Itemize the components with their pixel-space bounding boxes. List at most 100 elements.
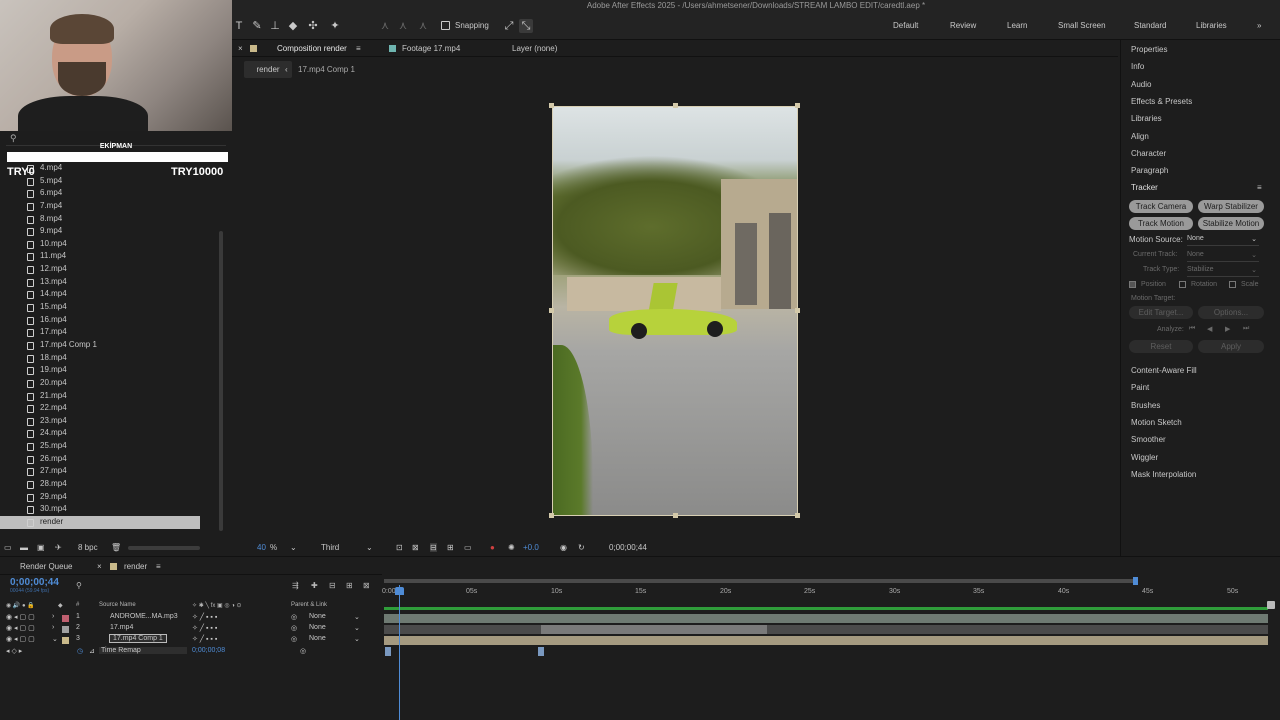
new-folder-icon[interactable]: ▬ xyxy=(20,543,28,552)
project-scrollbar[interactable] xyxy=(219,231,223,531)
close-tab-icon[interactable]: × xyxy=(238,44,243,53)
eraser-tool-icon[interactable]: ◆ xyxy=(286,19,300,33)
project-file-item[interactable]: 19.mp4 xyxy=(0,364,220,377)
project-file-item[interactable]: 16.mp4 xyxy=(0,314,220,327)
workspace-small-screen[interactable]: Small Screen xyxy=(1058,21,1106,30)
project-file-item[interactable]: 28.mp4 xyxy=(0,478,220,491)
search-icon[interactable]: ⚲ xyxy=(76,581,82,590)
puppet-pin-tool-icon[interactable]: ✦ xyxy=(328,19,342,33)
layer-name[interactable]: 17.mp4 xyxy=(110,624,133,631)
scale-checkbox[interactable] xyxy=(1229,281,1236,288)
panel-character[interactable]: Character xyxy=(1131,149,1166,158)
panel-effects-presets[interactable]: Effects & Presets xyxy=(1131,97,1192,106)
motion-source-select[interactable]: None ⌄ xyxy=(1187,235,1259,246)
stopwatch-icon[interactable]: ◷ xyxy=(77,647,83,655)
project-file-item[interactable]: 11.mp4 xyxy=(0,250,220,263)
zoom-value[interactable]: 40 xyxy=(257,543,266,552)
workspace-learn[interactable]: Learn xyxy=(1007,21,1027,30)
panel-motion-sketch[interactable]: Motion Sketch xyxy=(1131,418,1182,427)
clone-stamp-tool-icon[interactable]: ⊥ xyxy=(268,19,282,33)
composition-viewport[interactable] xyxy=(552,106,798,516)
chevron-down-icon[interactable]: ⌄ xyxy=(354,613,360,621)
transform-handle[interactable] xyxy=(549,308,554,313)
layer-row[interactable]: ◉ ◂ ▢ ▢ › 2 17.mp4 ✧ ╱ ▪ ▪ ▪ ◎ None ⌄ xyxy=(0,624,382,635)
project-file-item[interactable]: 17.mp4 Comp 1 xyxy=(0,339,220,352)
project-file-item[interactable]: 22.mp4 xyxy=(0,402,220,415)
apply-button[interactable]: Apply xyxy=(1198,340,1264,353)
axis-local-icon[interactable]: ⋏ xyxy=(378,19,392,33)
layer-name[interactable]: ANDROME...MA.mp3 xyxy=(110,613,178,620)
layer-name[interactable]: 17.mp4 Comp 1 xyxy=(109,634,167,643)
new-composition-icon[interactable]: ▣ xyxy=(37,543,45,552)
project-file-item[interactable]: 21.mp4 xyxy=(0,390,220,403)
snapshot-icon[interactable]: ◉ xyxy=(560,543,567,552)
time-remap-value[interactable]: 0;00;00;08 xyxy=(192,647,225,654)
workspace-review[interactable]: Review xyxy=(950,21,976,30)
pick-whip-icon[interactable]: ◎ xyxy=(291,635,297,643)
pick-whip-icon[interactable]: ◎ xyxy=(300,647,306,655)
layer-row[interactable]: ◉ ◂ ▢ ▢ ⌄ 3 17.mp4 Comp 1 ✧ ╱ ▪ ▪ ▪ ◎ None ⌄ xyxy=(0,634,382,646)
label-color-chip[interactable] xyxy=(62,615,69,622)
project-file-item[interactable]: 8.mp4 xyxy=(0,213,220,226)
chevron-down-icon[interactable]: ⌄ xyxy=(354,635,360,643)
brush-tool-icon[interactable]: ✎ xyxy=(250,19,264,33)
project-file-item[interactable]: 27.mp4 xyxy=(0,465,220,478)
exposure-value[interactable]: +0.0 xyxy=(523,543,539,552)
bit-depth-button[interactable]: 8 bpc xyxy=(78,543,98,552)
project-file-item[interactable]: 7.mp4 xyxy=(0,200,220,213)
pick-whip-icon[interactable]: ◎ xyxy=(291,624,297,632)
stabilize-motion-button[interactable]: Stabilize Motion xyxy=(1198,217,1264,230)
axis-world-icon[interactable]: ⋏ xyxy=(396,19,410,33)
layer-1-track[interactable] xyxy=(384,614,1268,623)
analyze-forward-frame-icon[interactable]: ▶ xyxy=(1225,325,1230,333)
transform-handle[interactable] xyxy=(795,513,800,518)
project-file-item[interactable]: 18.mp4 xyxy=(0,352,220,365)
time-ruler[interactable]: 0:00s 05s 10s 15s 20s 25s 30s 35s 40s 45s 50s xyxy=(382,581,1268,597)
project-file-item[interactable]: 25.mp4 xyxy=(0,440,220,453)
transform-handle[interactable] xyxy=(795,308,800,313)
tab-render-queue[interactable]: Render Queue xyxy=(20,562,72,571)
graph-icon[interactable]: ⊿ xyxy=(89,647,95,655)
analyze-forward-icon[interactable]: ⏭ xyxy=(1243,325,1249,333)
layer-3-track[interactable] xyxy=(384,636,1268,645)
interpret-footage-icon[interactable]: ▭ xyxy=(4,543,12,552)
panel-libraries[interactable]: Libraries xyxy=(1131,114,1162,123)
analyze-back-icon[interactable]: ⏮ xyxy=(1189,325,1195,333)
tracker-title[interactable]: Tracker xyxy=(1131,183,1158,192)
draft-3d-icon[interactable]: ✚ xyxy=(311,581,318,590)
analyze-back-frame-icon[interactable]: ◀ xyxy=(1207,325,1212,333)
mask-visibility-icon[interactable]: ⊟ xyxy=(430,543,437,552)
parent-select[interactable]: None xyxy=(309,624,326,631)
graph-editor-icon[interactable]: ⊠ xyxy=(363,581,370,590)
color-management-icon[interactable]: ✺ xyxy=(508,543,515,552)
zoom-dropdown-icon[interactable]: ⌄ xyxy=(290,543,297,552)
project-file-item[interactable]: 13.mp4 xyxy=(0,276,220,289)
audio-track-bar[interactable] xyxy=(384,607,1268,610)
snap-feature-icon[interactable]: ⤡ xyxy=(519,19,533,33)
keyframe-nav-icon[interactable]: ◂ ◇ ▸ xyxy=(6,647,22,655)
layer-switches-icon[interactable]: ✧ ╱ ▪ ▪ ▪ xyxy=(192,624,217,632)
thumbnail-size-slider[interactable] xyxy=(128,546,200,550)
pick-whip-icon[interactable]: ◎ xyxy=(291,613,297,621)
project-file-item[interactable]: 24.mp4 xyxy=(0,427,220,440)
reset-button[interactable]: Reset xyxy=(1129,340,1193,353)
parent-select[interactable]: None xyxy=(309,635,326,642)
panel-paint[interactable]: Paint xyxy=(1131,383,1149,392)
timeline-timecode[interactable]: 0;00;00;44 xyxy=(10,577,59,588)
panel-info[interactable]: Info xyxy=(1131,62,1144,71)
av-switches-icon[interactable]: ◉ ◂ ▢ ▢ xyxy=(6,613,35,621)
transform-handle[interactable] xyxy=(549,103,554,108)
show-snapshot-icon[interactable]: ↻ xyxy=(578,543,585,552)
workspace-libraries[interactable]: Libraries xyxy=(1196,21,1227,30)
transform-handle[interactable] xyxy=(795,103,800,108)
workspace-standard[interactable]: Standard xyxy=(1134,21,1166,30)
keyframe-marker[interactable] xyxy=(385,647,391,656)
breadcrumb-comp1[interactable]: 17.mp4 Comp 1 xyxy=(298,65,355,74)
snapping-checkbox[interactable] xyxy=(441,21,450,30)
project-file-item[interactable]: 26.mp4 xyxy=(0,453,220,466)
twirl-icon[interactable]: › xyxy=(52,624,54,631)
guides-icon[interactable]: ⊞ xyxy=(447,543,454,552)
transform-handle[interactable] xyxy=(673,103,678,108)
adjust-settings-icon[interactable]: ✈ xyxy=(55,543,62,552)
project-file-item[interactable]: 20.mp4 xyxy=(0,377,220,390)
